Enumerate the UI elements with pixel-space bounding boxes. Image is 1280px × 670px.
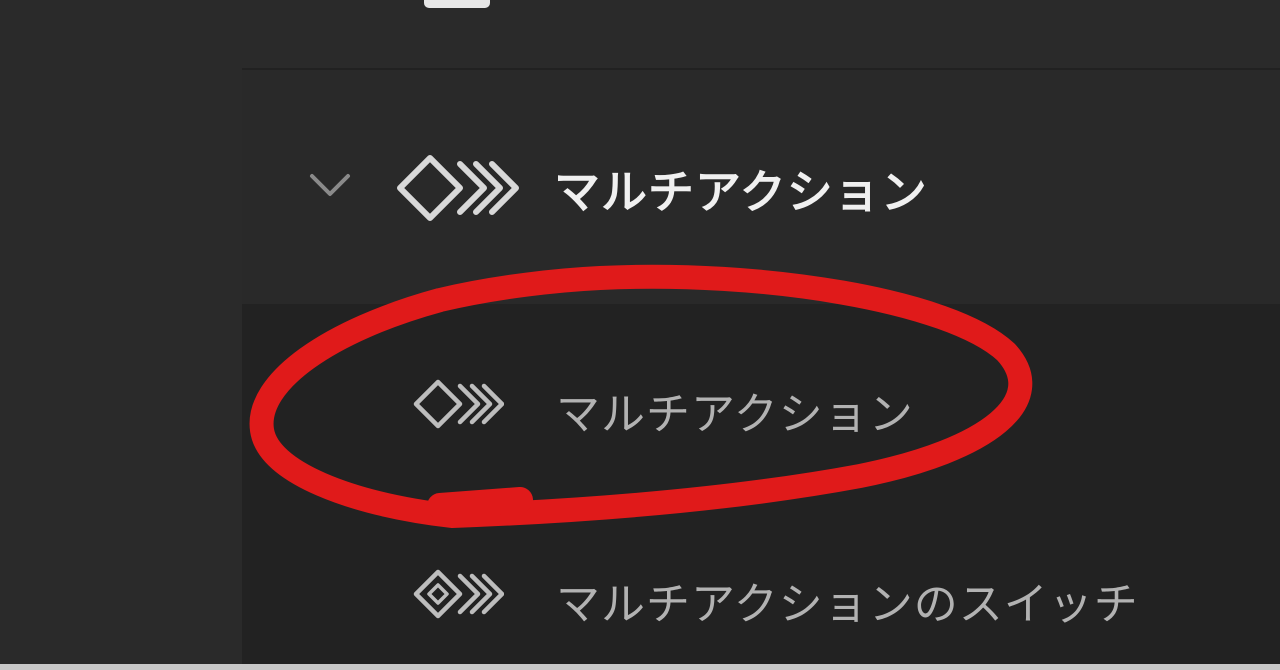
actions-panel: マルチアクション マルチアクション マルチアクションのスイッチ [242,0,1280,670]
multi-action-icon [397,155,519,221]
multi-action-switch-icon [413,569,504,619]
category-multi-action[interactable]: マルチアクション [242,70,1280,304]
category-label: マルチアクション [554,165,928,219]
action-items-list: マルチアクション マルチアクションのスイッチ [242,304,1280,670]
previous-category-icon [424,0,490,8]
action-item-multi-action[interactable]: マルチアクション [242,348,1280,458]
action-item-label: マルチアクション [556,389,914,440]
action-item-multi-action-switch[interactable]: マルチアクションのスイッチ [242,538,1280,648]
action-list-screen: マルチアクション マルチアクション マルチアクションのスイッチ [0,0,1280,670]
left-gutter [0,0,242,670]
chevron-down-icon[interactable] [308,170,352,198]
action-item-label: マルチアクションのスイッチ [556,579,1139,630]
bottom-edge [0,664,1280,670]
previous-category-row[interactable] [242,0,1280,70]
multi-action-icon [413,379,504,429]
